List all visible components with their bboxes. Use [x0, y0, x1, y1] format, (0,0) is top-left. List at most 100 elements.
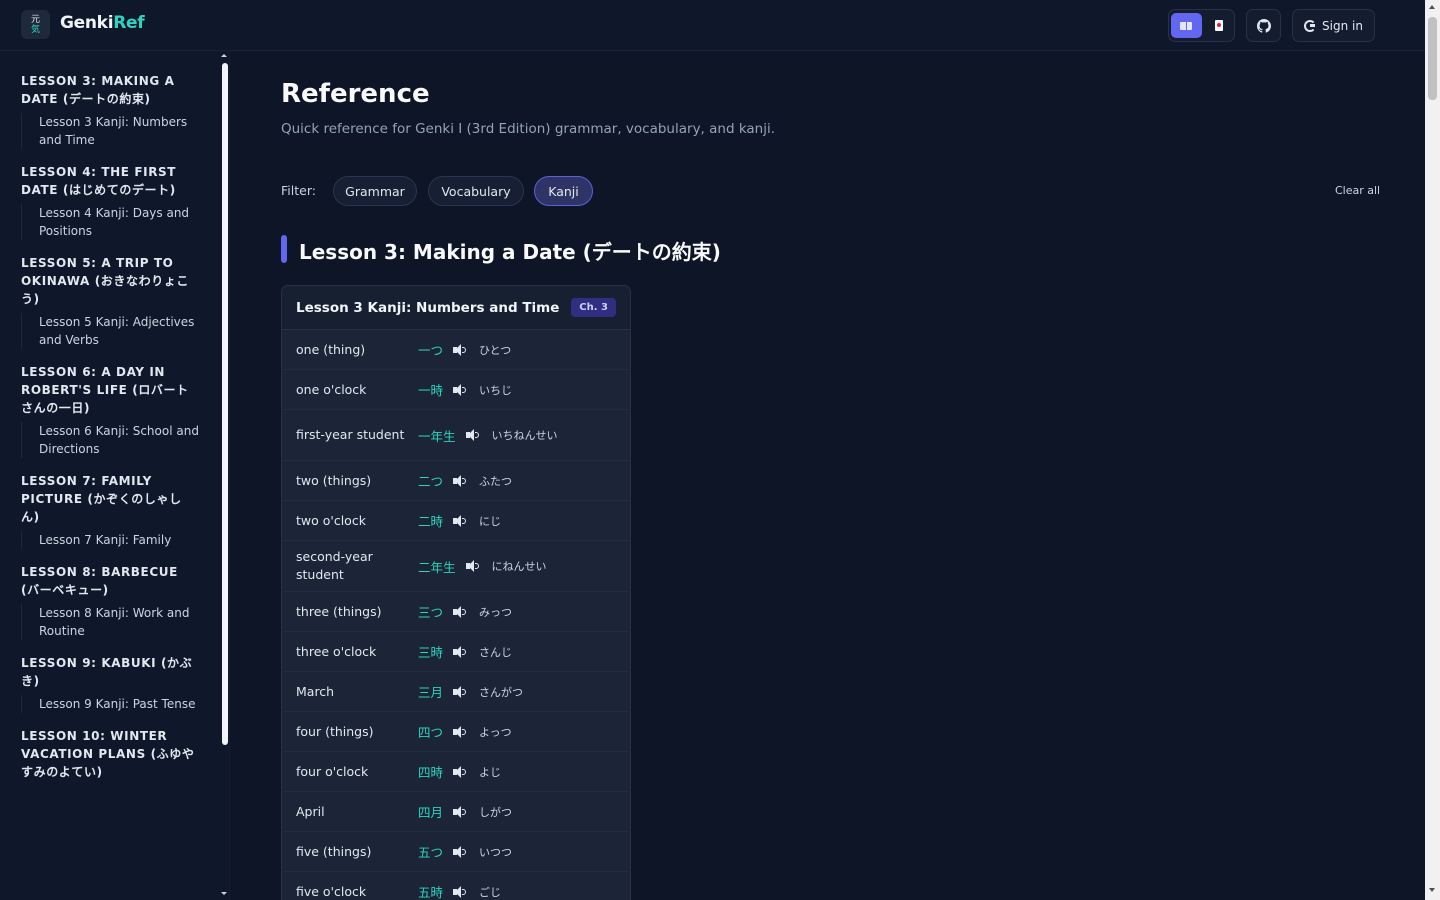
sidebar-lesson-4: Lesson 4: The First Date (はじめてのデート) Less…	[21, 163, 199, 240]
kanji-word: 二時	[418, 514, 444, 529]
english-meaning: four (things)	[296, 723, 374, 739]
filter-grammar-chip[interactable]: Grammar	[333, 176, 417, 206]
speaker-icon[interactable]	[453, 383, 467, 396]
sidebar-heading[interactable]: Lesson 9: Kabuki (かぶき)	[21, 654, 199, 690]
speaker-icon[interactable]	[453, 685, 467, 698]
brand-name[interactable]: GenkiRef	[60, 13, 145, 33]
chapter-badge: Ch. 3	[571, 298, 616, 317]
kanji-card: Lesson 3 Kanji: Numbers and Time Ch. 3 o…	[281, 285, 631, 900]
english-meaning: three o'clock	[296, 643, 377, 659]
speaker-icon[interactable]	[453, 474, 467, 487]
kana-reading: よじ	[479, 765, 502, 779]
kanji-word: 四つ	[418, 725, 444, 740]
section-title: Lesson 3: Making a Date (デートの約束)	[299, 240, 721, 264]
kana-reading: ふたつ	[479, 474, 513, 488]
logo-char-2: 気	[30, 24, 40, 35]
logo-char-1: 元	[30, 14, 40, 25]
clear-all-link[interactable]: Clear all	[1335, 184, 1380, 197]
english-meaning: second-year student	[296, 549, 373, 582]
kanji-word: 一つ	[418, 343, 444, 358]
kanji-word: 三つ	[418, 605, 444, 620]
english-meaning: one (thing)	[296, 341, 366, 357]
kana-reading: しがつ	[479, 805, 513, 819]
reference-mode-button[interactable]	[1171, 13, 1202, 38]
speaker-icon[interactable]	[453, 725, 467, 738]
sidebar-heading[interactable]: Lesson 7: Family Picture (かぞくのしゃしん)	[21, 472, 199, 526]
sign-in-button[interactable]: Sign in	[1292, 9, 1375, 42]
card-header: Lesson 3 Kanji: Numbers and Time Ch. 3	[282, 286, 630, 330]
kana-reading: みっつ	[479, 605, 513, 619]
filter-kanji-chip[interactable]: Kanji	[534, 176, 593, 206]
book-icon	[1180, 21, 1193, 30]
sidebar-item[interactable]: Lesson 5 Kanji: Adjectives and Verbs	[21, 313, 199, 349]
sidebar-heading[interactable]: Lesson 5: A Trip to Okinawa (おきなわりょこう)	[21, 254, 199, 308]
speaker-icon[interactable]	[465, 429, 480, 441]
page-scroll-thumb[interactable]	[1428, 17, 1437, 100]
english-meaning: April	[296, 803, 325, 819]
sidebar-heading[interactable]: Lesson 4: The First Date (はじめてのデート)	[21, 163, 199, 199]
flashcard-icon	[1214, 20, 1223, 31]
sidebar-scroll-down-icon[interactable]	[221, 892, 227, 895]
kanji-word: 一時	[418, 383, 444, 398]
brand-part-2: Ref	[113, 13, 145, 33]
speaker-icon[interactable]	[453, 765, 467, 778]
scroll-up-icon[interactable]	[1429, 5, 1435, 9]
sidebar-item[interactable]: Lesson 8 Kanji: Work and Routine	[21, 604, 199, 640]
kana-reading: ごじ	[479, 885, 502, 899]
sidebar-heading[interactable]: Lesson 10: Winter Vacation Plans (ふゆやすみの…	[21, 727, 199, 781]
flashcard-mode-button[interactable]	[1204, 13, 1235, 38]
kanji-row: three o'clock 三時 さんじ	[282, 632, 630, 672]
speaker-icon[interactable]	[453, 605, 467, 618]
speaker-icon[interactable]	[453, 845, 467, 858]
github-button[interactable]	[1246, 9, 1281, 42]
kana-reading: いつつ	[479, 845, 513, 859]
english-meaning: five o'clock	[296, 883, 367, 899]
sidebar-heading[interactable]: Lesson 3: Making a Date (デートの約束)	[21, 72, 199, 108]
sidebar-scroll-up-icon[interactable]	[221, 54, 227, 57]
page-title: Reference	[281, 79, 430, 109]
google-icon	[1304, 19, 1317, 32]
kanji-word: 五時	[418, 885, 444, 900]
english-meaning: five (things)	[296, 843, 372, 859]
lesson-sidebar: Lesson 3: Making a Date (デートの約束) Lesson …	[0, 51, 230, 900]
sidebar-lesson-10: Lesson 10: Winter Vacation Plans (ふゆやすみの…	[21, 727, 199, 781]
logo-icon[interactable]: 元 気	[21, 10, 50, 39]
sidebar-lesson-9: Lesson 9: Kabuki (かぶき) Lesson 9 Kanji: P…	[21, 654, 199, 713]
sidebar-item[interactable]: Lesson 9 Kanji: Past Tense	[21, 695, 199, 713]
scroll-down-icon[interactable]	[1429, 888, 1435, 892]
speaker-icon[interactable]	[453, 645, 467, 658]
kana-reading: さんがつ	[479, 685, 524, 699]
kanji-row: one (thing) 一つ ひとつ	[282, 330, 630, 370]
card-title: Lesson 3 Kanji: Numbers and Time	[296, 299, 560, 316]
sidebar-item[interactable]: Lesson 6 Kanji: School and Directions	[21, 422, 199, 458]
speaker-icon[interactable]	[453, 343, 467, 356]
page-scrollbar[interactable]	[1425, 0, 1440, 900]
kanji-word: 五つ	[418, 845, 444, 860]
kanji-row: five (things) 五つ いつつ	[282, 832, 630, 872]
kana-reading: にねんせい	[491, 560, 547, 573]
kanji-word: 三時	[418, 645, 444, 660]
sidebar-heading[interactable]: Lesson 8: Barbecue (バーベキュー)	[21, 563, 199, 599]
top-navbar: 元 気 GenkiRef Sign in	[0, 0, 1425, 51]
page-subtitle: Quick reference for Genki I (3rd Edition…	[281, 121, 776, 137]
sidebar-item[interactable]: Lesson 7 Kanji: Family	[21, 531, 199, 549]
kanji-row: March 三月 さんがつ	[282, 672, 630, 712]
speaker-icon[interactable]	[453, 805, 467, 818]
kanji-row: five o'clock 五時 ごじ	[282, 872, 630, 900]
kana-reading: いちねんせい	[491, 429, 558, 442]
kanji-row: April 四月 しがつ	[282, 792, 630, 832]
kanji-row: second-year student 二年生 にねんせい	[282, 541, 630, 592]
speaker-icon[interactable]	[465, 560, 480, 572]
sidebar-item[interactable]: Lesson 4 Kanji: Days and Positions	[21, 204, 199, 240]
sidebar-item[interactable]: Lesson 3 Kanji: Numbers and Time	[21, 113, 199, 149]
speaker-icon[interactable]	[453, 885, 467, 898]
sidebar-lesson-8: Lesson 8: Barbecue (バーベキュー) Lesson 8 Kan…	[21, 563, 199, 640]
speaker-icon[interactable]	[453, 514, 467, 527]
section-accent-bar	[281, 235, 287, 263]
kana-reading: ひとつ	[479, 343, 512, 357]
english-meaning: two o'clock	[296, 512, 366, 528]
sidebar-heading[interactable]: Lesson 6: A Day in Robert's Life (ロバートさん…	[21, 363, 199, 417]
filter-vocabulary-chip[interactable]: Vocabulary	[428, 176, 524, 206]
sidebar-lesson-5: Lesson 5: A Trip to Okinawa (おきなわりょこう) L…	[21, 254, 199, 349]
sidebar-scrollbar[interactable]	[222, 63, 228, 745]
